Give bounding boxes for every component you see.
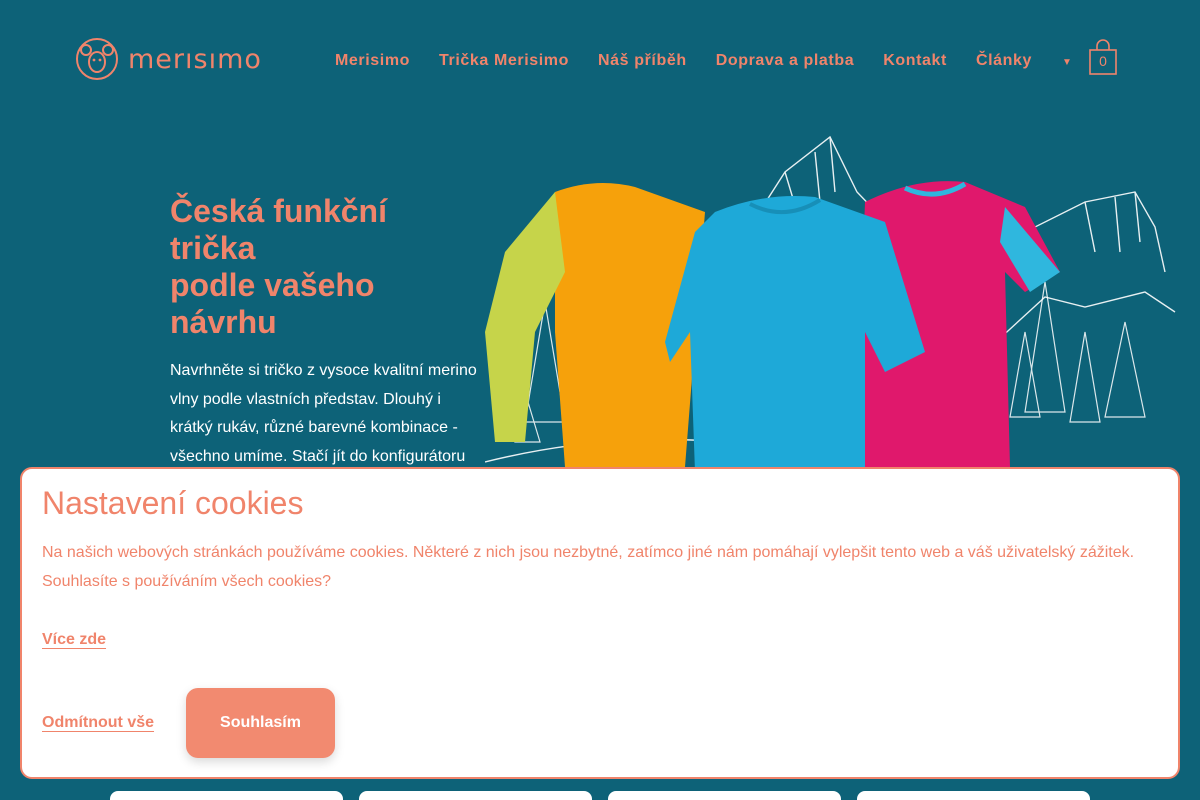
- logo[interactable]: merısımo: [74, 36, 262, 82]
- chevron-down-icon[interactable]: ▼: [1062, 57, 1072, 68]
- logo-text: merısımo: [128, 43, 262, 75]
- nav-clanky[interactable]: Články: [976, 52, 1032, 70]
- card[interactable]: [857, 791, 1090, 800]
- cart-button[interactable]: 0: [1089, 38, 1117, 75]
- nav-nas-pribeh[interactable]: Náš příběh: [598, 52, 687, 70]
- nav-doprava[interactable]: Doprava a platba: [716, 52, 855, 70]
- hero-title: Česká funkční trička podle vašeho návrhu: [170, 193, 430, 341]
- cookie-text: Na našich webových stránkách používáme c…: [42, 544, 1135, 590]
- sheep-logo-icon: [76, 38, 118, 80]
- cookie-title: Nastavení cookies: [42, 485, 304, 521]
- cookie-dialog: Nastavení cookies Na našich webových str…: [20, 467, 1180, 779]
- main-nav: Merisimo Trička Merisimo Náš příběh Dopr…: [335, 52, 1061, 70]
- hero-title-line: Česká funkční: [170, 193, 387, 229]
- nav-tricka[interactable]: Trička Merisimo: [439, 52, 569, 70]
- nav-merisimo[interactable]: Merisimo: [335, 52, 410, 70]
- more-info-link[interactable]: Více zde: [42, 631, 106, 649]
- hero-title-line: podle vašeho: [170, 267, 375, 303]
- accept-button[interactable]: Souhlasím: [186, 688, 335, 758]
- nav-kontakt[interactable]: Kontakt: [883, 52, 947, 70]
- hero-title-line: návrhu: [170, 304, 277, 340]
- card[interactable]: [110, 791, 343, 800]
- tshirts-image: [485, 135, 1176, 472]
- reject-all-link[interactable]: Odmítnout vše: [42, 714, 154, 732]
- card[interactable]: [608, 791, 841, 800]
- hero-title-line: trička: [170, 230, 256, 266]
- card[interactable]: [359, 791, 592, 800]
- hero-text: Navrhněte si tričko z vysoce kvalitní me…: [170, 362, 477, 466]
- cart-count: 0: [1099, 53, 1107, 69]
